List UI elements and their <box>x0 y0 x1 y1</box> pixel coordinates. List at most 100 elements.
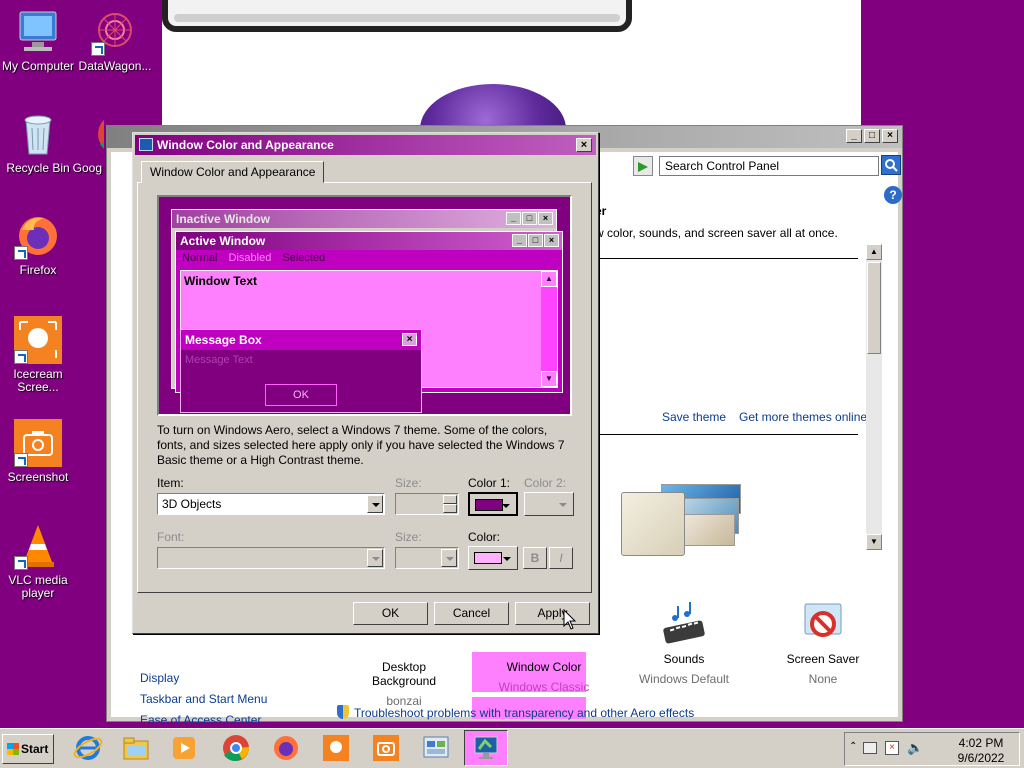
desktop-icon-vlc[interactable]: VLC media player <box>0 522 79 600</box>
italic-button[interactable]: I <box>549 547 573 569</box>
aero-info-text: To turn on Windows Aero, select a Window… <box>157 423 565 467</box>
page-subtitle: w color, sounds, and screen saver all at… <box>595 226 838 240</box>
message-box-ok-button[interactable]: OK <box>265 384 337 406</box>
network-icon[interactable] <box>863 742 877 754</box>
scroll-up-icon[interactable]: ▲ <box>541 271 557 287</box>
photo-purple-shape <box>420 84 566 128</box>
maximize-button[interactable]: □ <box>864 129 880 143</box>
color2-picker[interactable] <box>524 492 574 516</box>
sounds-label: Sounds <box>663 652 705 666</box>
sounds-icon <box>660 600 708 646</box>
item-label: Item: <box>157 476 184 490</box>
menu-normal[interactable]: Normal <box>182 252 217 264</box>
scroll-down-icon[interactable]: ▼ <box>866 534 882 550</box>
desktop-icon-my-computer[interactable]: My Computer <box>0 8 79 73</box>
display-settings-icon <box>474 736 498 759</box>
taskbar-display-settings[interactable] <box>464 730 508 766</box>
font-color-picker[interactable] <box>468 546 518 570</box>
color1-swatch <box>475 499 503 511</box>
taskbar-screenshot[interactable] <box>364 730 408 766</box>
search-input[interactable]: Search Control Panel <box>659 156 879 176</box>
color1-picker[interactable] <box>468 492 518 516</box>
save-theme-link[interactable]: Save theme <box>662 410 726 424</box>
taskbar-firefox[interactable] <box>264 730 308 766</box>
start-button[interactable]: Start <box>2 734 54 764</box>
inactive-window-title: Inactive Window <box>176 212 270 226</box>
desktop-icon-label: Icecream Scree... <box>13 367 63 394</box>
taskbar-media-player[interactable] <box>162 730 206 766</box>
chevron-down-icon[interactable] <box>441 549 457 567</box>
taskbar-internet-explorer[interactable] <box>66 730 110 766</box>
volume-icon[interactable]: 🔈 <box>907 740 923 756</box>
close-button[interactable]: × <box>882 129 898 143</box>
taskbar-file-explorer[interactable] <box>114 730 158 766</box>
chrome-icon <box>223 735 250 762</box>
screenshot-icon <box>14 419 62 467</box>
apply-button[interactable]: Apply <box>515 602 590 625</box>
desktop-icon-screenshot[interactable]: Screenshot <box>0 419 79 484</box>
font-size-label: Size: <box>395 530 422 544</box>
menu-disabled[interactable]: Disabled <box>229 252 272 264</box>
font-color-label: Color: <box>468 530 501 544</box>
menu-selected[interactable]: Selected <box>282 252 325 264</box>
shortcut-arrow-icon <box>91 42 105 56</box>
preview-scrollbar[interactable]: ▲ ▼ <box>541 271 557 387</box>
desktop-icon-icecream[interactable]: Icecream Scree... <box>0 316 79 394</box>
appearance-preview[interactable]: Inactive Window _ □ × Active Window _ □ × No… <box>157 195 572 416</box>
tab-window-color[interactable]: Window Color and Appearance <box>141 161 325 183</box>
get-more-themes-link[interactable]: Get more themes online <box>739 410 867 424</box>
taskbar-chrome[interactable] <box>214 730 258 766</box>
chevron-down-icon <box>559 503 567 507</box>
selected-theme-thumbnail[interactable] <box>621 492 685 556</box>
scrollbar-thumb[interactable] <box>867 262 881 354</box>
bold-button[interactable]: B <box>523 547 547 569</box>
sounds-item[interactable]: Sounds Windows Default <box>629 600 739 686</box>
screen-saver-item[interactable]: Screen Saver None <box>768 600 878 686</box>
taskbar-control-panel[interactable] <box>414 730 458 766</box>
clock-date: 9/6/2022 <box>957 751 1005 765</box>
file-explorer-icon <box>123 737 149 760</box>
help-icon[interactable]: ? <box>884 186 902 204</box>
search-icon[interactable] <box>881 155 901 175</box>
control-panel-icon <box>423 736 449 758</box>
minimize-button[interactable]: _ <box>846 129 862 143</box>
taskbar-icecream[interactable] <box>314 730 358 766</box>
datawagon-icon <box>91 8 139 56</box>
screen-saver-label: Screen Saver <box>786 652 860 666</box>
font-dropdown[interactable] <box>157 547 385 569</box>
active-window-titlebar: Active Window _ □ × <box>176 232 562 250</box>
scroll-down-icon[interactable]: ▼ <box>541 371 557 387</box>
font-size-dropdown[interactable] <box>395 547 459 569</box>
troubleshoot-link[interactable]: Troubleshoot problems with transparency … <box>337 705 694 720</box>
display-link[interactable]: Display <box>140 671 179 685</box>
desktop-icon-datawagon[interactable]: DataWagon... <box>74 8 156 73</box>
action-center-icon[interactable]: × <box>885 741 899 755</box>
desktop-icon-chrome[interactable]: Goog <box>60 110 104 175</box>
chevron-down-icon[interactable] <box>367 549 383 567</box>
chevron-down-icon <box>503 557 511 561</box>
message-box-titlebar: Message Box × <box>181 330 421 350</box>
firefox-icon <box>14 212 62 260</box>
taskbar-start-menu-link[interactable]: Taskbar and Start Menu <box>140 692 267 706</box>
spinner-icon[interactable] <box>443 495 457 513</box>
color2-label: Color 2: <box>524 476 567 490</box>
theme-list-scrollbar[interactable]: ▲ ▼ <box>866 244 882 550</box>
close-icon: × <box>402 333 417 346</box>
close-button[interactable]: × <box>576 138 592 152</box>
size-stepper[interactable] <box>395 493 459 515</box>
dialog-titlebar[interactable]: Window Color and Appearance × <box>135 135 596 155</box>
cancel-button[interactable]: Cancel <box>434 602 509 625</box>
refresh-go-button[interactable] <box>633 156 653 176</box>
desktop-icon-firefox[interactable]: Firefox <box>0 212 79 277</box>
ease-of-access-link[interactable]: Ease of Access Center <box>140 713 261 727</box>
show-hidden-icons-icon[interactable]: ⌃ <box>849 741 857 752</box>
preview-message-box[interactable]: Message Box × Message Text OK <box>180 329 422 413</box>
active-window-controls: _ □ × <box>512 234 559 247</box>
item-dropdown[interactable]: 3D Objects <box>157 493 385 515</box>
chevron-down-icon[interactable] <box>367 495 383 513</box>
ok-button[interactable]: OK <box>353 602 428 625</box>
clock[interactable]: 4:02 PM 9/6/2022 <box>951 736 1011 766</box>
media-player-icon <box>173 737 195 759</box>
window-color-appearance-dialog[interactable]: Window Color and Appearance × Window Col… <box>132 132 599 634</box>
scroll-up-icon[interactable]: ▲ <box>866 244 882 260</box>
